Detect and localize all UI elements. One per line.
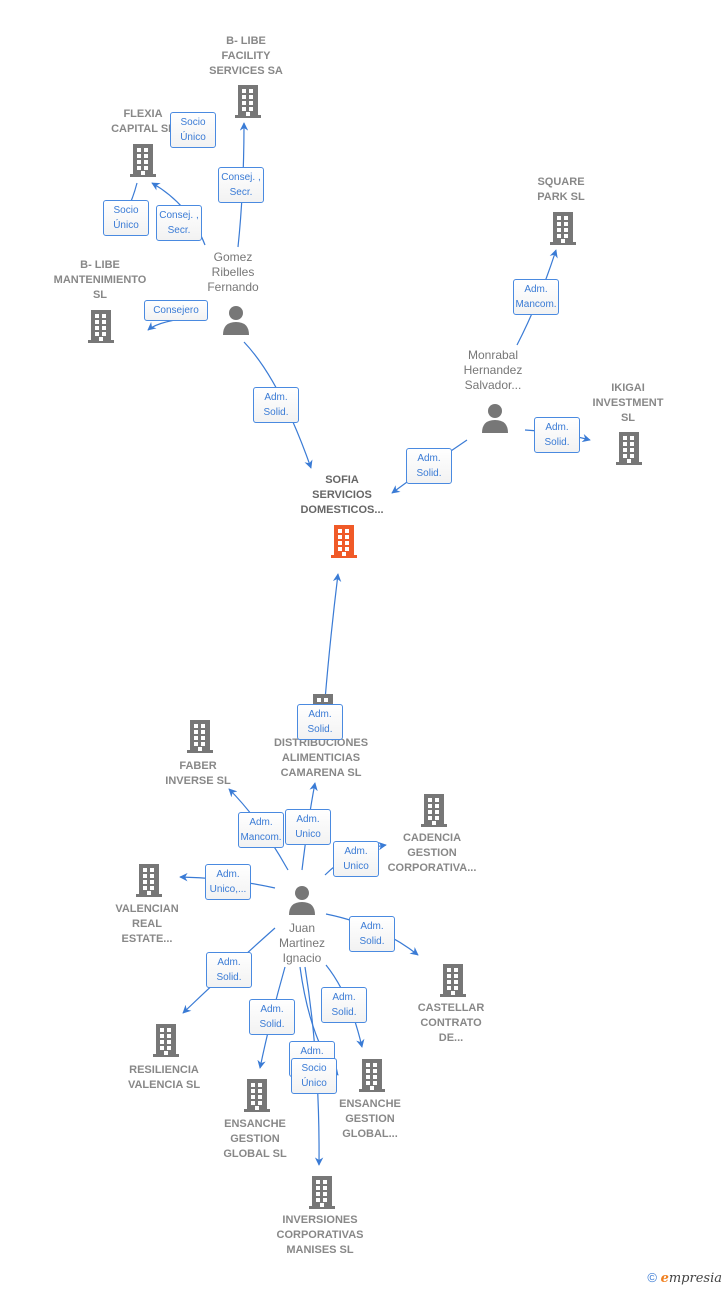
node-label-blibe_facility[interactable]: B- LIBE FACILITY SERVICES SA [176,34,316,79]
edge-label[interactable]: Adm. Solid. [406,448,452,484]
building-icon[interactable] [128,143,158,177]
edge-label[interactable]: Adm. Unico [285,809,331,845]
building-icon[interactable] [438,963,468,997]
edge-label[interactable]: Socio Único [170,112,216,148]
building-icon[interactable] [185,719,215,753]
person-icon[interactable] [480,401,510,435]
edge-label[interactable]: Adm. Solid. [297,704,343,740]
node-label-faber[interactable]: FABER INVERSE SL [128,759,268,789]
node-label-sofia[interactable]: SOFIA SERVICIOS DOMESTICOS... [272,473,412,518]
edge-label[interactable]: Adm. Solid. [321,987,367,1023]
building-icon[interactable] [86,309,116,343]
building-icon[interactable] [307,1175,337,1209]
edge-distribuciones-to-sofia [324,573,342,701]
node-label-distribuciones[interactable]: DISTRIBUCIONES ALIMENTICIAS CAMARENA SL [251,736,391,781]
building-icon[interactable] [151,1023,181,1057]
edge-label[interactable]: Consej. , Secr. [218,167,264,203]
edge-label[interactable]: Consejero [144,300,208,321]
edge-label[interactable]: Adm. Solid. [349,916,395,952]
edge-label[interactable]: Adm. Mancom. [238,812,284,848]
building-icon[interactable] [548,211,578,245]
edge-label[interactable]: Adm. Solid. [534,417,580,453]
node-label-blibe_mant[interactable]: B- LIBE MANTENIMIENTO SL [30,258,170,303]
building-icon[interactable] [242,1078,272,1112]
edge-label[interactable]: Socio Único [291,1058,337,1094]
building-icon[interactable] [419,793,449,827]
node-label-cadencia[interactable]: CADENCIA GESTION CORPORATIVA... [362,831,502,876]
network-diagram: © empresia B- LIBE FACILITY SERVICES SA F… [0,0,728,1290]
building-icon[interactable] [614,431,644,465]
edge-label[interactable]: Adm. Mancom. [513,279,559,315]
node-label-gomez[interactable]: Gomez Ribelles Fernando [163,250,303,295]
building-icon[interactable] [357,1058,387,1092]
copyright-symbol: © [647,1270,657,1285]
node-label-valencian[interactable]: VALENCIAN REAL ESTATE... [77,902,217,947]
brand: empresia [661,1271,722,1286]
brand-rest: mpresia [668,1271,722,1286]
edge-label[interactable]: Consej. , Secr. [156,205,202,241]
building-icon[interactable] [233,84,263,118]
edge-label[interactable]: Adm. Unico,... [205,864,251,900]
edge-label[interactable]: Adm. Solid. [249,999,295,1035]
brand-initial: e [660,1271,669,1286]
node-label-resiliencia[interactable]: RESILIENCIA VALENCIA SL [94,1063,234,1093]
node-label-square_park[interactable]: SQUARE PARK SL [491,175,631,205]
person-icon[interactable] [221,303,251,337]
edge-label[interactable]: Socio Único [103,200,149,236]
edge-label[interactable]: Adm. Unico [333,841,379,877]
node-label-inversiones[interactable]: INVERSIONES CORPORATIVAS MANISES SL [250,1213,390,1258]
node-label-ensanche_global[interactable]: ENSANCHE GESTION GLOBAL... [300,1097,440,1142]
edge-label[interactable]: Adm. Solid. [253,387,299,423]
person-icon[interactable] [287,883,317,917]
edge-label[interactable]: Adm. Solid. [206,952,252,988]
node-label-monrabal[interactable]: Monrabal Hernandez Salvador... [423,348,563,393]
node-label-castellar[interactable]: CASTELLAR CONTRATO DE... [381,1001,521,1046]
building-icon[interactable] [134,863,164,897]
empresia-logo: © empresia [647,1270,722,1286]
building-icon[interactable] [329,524,359,558]
